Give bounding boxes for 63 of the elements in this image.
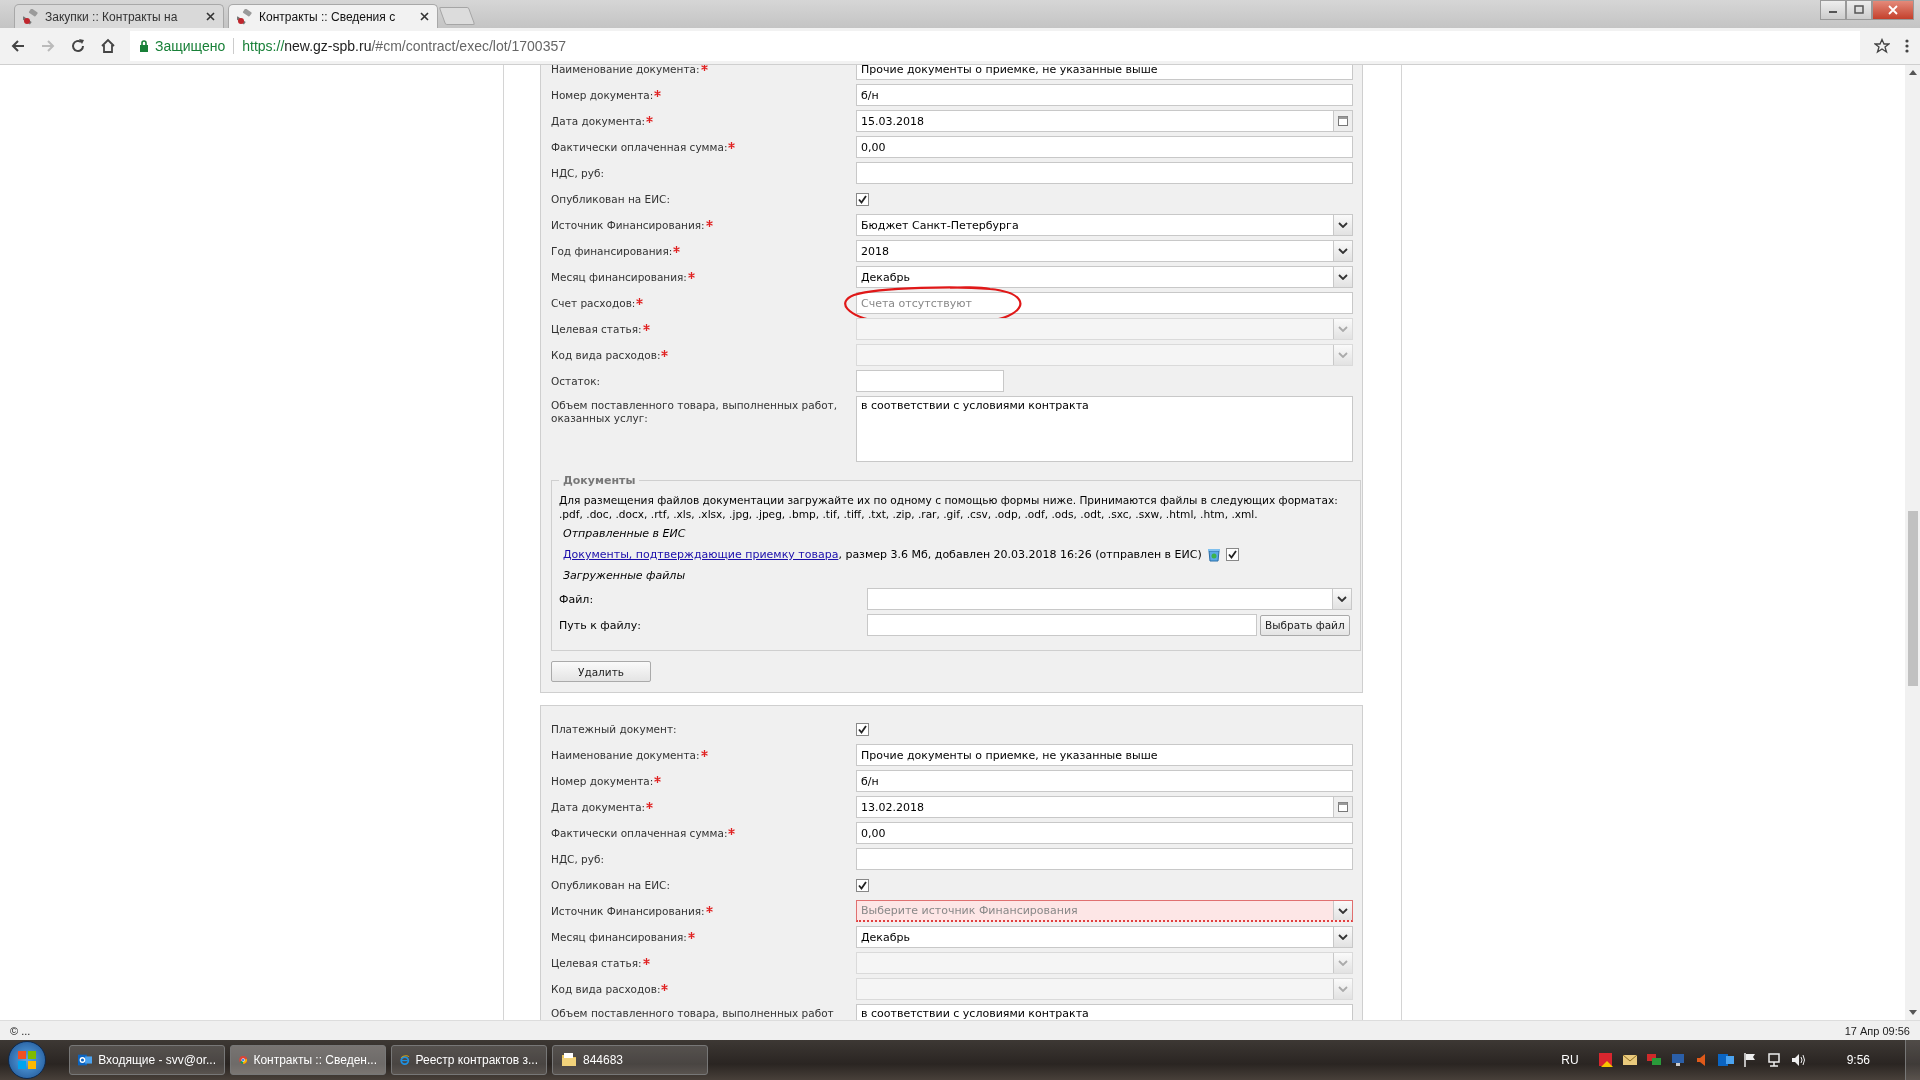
- clock[interactable]: 9:56: [1846, 1053, 1870, 1067]
- field-label: Объем поставленного товара, выполненных работ, оказанных услуг:: [551, 398, 839, 425]
- dropdown[interactable]: 2018: [856, 240, 1353, 262]
- text-field[interactable]: 0,00: [856, 136, 1353, 158]
- field-label: НДС, руб:: [551, 852, 604, 866]
- language-indicator[interactable]: RU: [1561, 1053, 1579, 1067]
- date-field[interactable]: 15.03.2018: [856, 110, 1353, 132]
- dropdown[interactable]: Бюджет Санкт-Петербурга: [856, 214, 1353, 236]
- field-label: Дата документа:: [551, 114, 646, 128]
- secure-label: Защищено: [155, 38, 226, 54]
- text-field[interactable]: Счета отсутствуют: [856, 292, 1353, 314]
- taskbar-button[interactable]: Входящие - svv@or...: [69, 1045, 225, 1075]
- field-label: Фактически оплаченная сумма:: [551, 826, 728, 840]
- browser-tab[interactable]: Контракты :: Сведения с: [228, 4, 438, 28]
- field-label: Номер документа:: [551, 774, 654, 788]
- field-label: Код вида расходов:: [551, 348, 661, 362]
- field-label: Номер документа:: [551, 88, 654, 102]
- text-area[interactable]: в соответствии с условиями контракта: [856, 1004, 1353, 1020]
- field-label: Дата документа:: [551, 800, 646, 814]
- field-label: Путь к файлу:: [559, 618, 642, 632]
- field-label: Наименование документа:: [551, 65, 700, 76]
- field-label: Платежный документ:: [551, 722, 677, 736]
- dropdown[interactable]: Декабрь: [856, 926, 1353, 948]
- upload-instructions: Для размещения файлов документации загружайте их по одному с помощью формы ниже. Принимаются файлы в следующих форматах: .pdf, .doc, .docx, .rtf, .xls, .xlsx, .jpg, .jpeg, .bmp, .tif, .tiff, .txt, .zip, .rar, .gif, .csv, .odp, .odf, .ods, .odt, .sxc, .sxw, .html, .htm, .xml.: [559, 493, 1339, 521]
- field-label: Фактически оплаченная сумма:: [551, 140, 728, 154]
- field-label: Счет расходов:: [551, 296, 636, 310]
- field-label: Файл:: [559, 592, 595, 606]
- choose-file-button[interactable]: Выбрать файл: [1260, 614, 1350, 636]
- text-field[interactable]: 0,00: [856, 822, 1353, 844]
- text-area[interactable]: в соответствии с условиями контракта: [856, 396, 1353, 462]
- field-label: Год финансирования:: [551, 244, 673, 258]
- delete-button[interactable]: Удалить: [551, 661, 651, 682]
- field-label: Целевая статья:: [551, 322, 642, 336]
- browser-tab[interactable]: Закупки :: Контракты на: [14, 4, 224, 28]
- field-label: Наименование документа:: [551, 748, 700, 762]
- field-label: Целевая статья:: [551, 956, 642, 970]
- date-field[interactable]: 13.02.2018: [856, 796, 1353, 818]
- subheading: Отправленные в ЕИС: [563, 527, 687, 540]
- field-label: Объем поставленного товара, выполненных работ: [551, 1006, 834, 1020]
- text-field[interactable]: б/н: [856, 770, 1353, 792]
- field-label: Месяц финансирования:: [551, 930, 687, 944]
- address-bar[interactable]: Защищено https://new.gz-spb.ru/#cm/contract/exec/lot/1700357: [130, 31, 1860, 61]
- field-label: Опубликован на ЕИС:: [551, 878, 670, 892]
- taskbar-button[interactable]: 844683: [552, 1045, 708, 1075]
- taskbar-button[interactable]: Контракты :: Сведен...: [230, 1045, 386, 1075]
- file-entry: Документы, подтверждающие приемку товара, размер 3.6 Мб, добавлен 20.03.2018 16:26 (отправлен в ЕИС): [563, 548, 1202, 561]
- field-label: Код вида расходов:: [551, 982, 661, 996]
- text-field[interactable]: б/н: [856, 84, 1353, 106]
- status-text: © ...: [10, 1024, 31, 1037]
- field-label: Месяц финансирования:: [551, 270, 687, 284]
- field-label: Опубликован на ЕИС:: [551, 192, 670, 206]
- text-field[interactable]: Прочие документы о приемке, не указанные выше: [856, 65, 1353, 80]
- status-date: 17 Апр 09:56: [1844, 1024, 1910, 1037]
- url-text: https://new.gz-spb.ru/#cm/contract/exec/lot/1700357: [242, 38, 566, 54]
- taskbar-button[interactable]: Реестр контрактов з...: [391, 1045, 547, 1075]
- field-label: Источник Финансирования:: [551, 904, 705, 918]
- field-label: Остаток:: [551, 374, 600, 388]
- group-legend: Документы: [559, 474, 640, 487]
- field-label: Источник Финансирования:: [551, 218, 705, 232]
- subheading: Загруженные файлы: [563, 569, 687, 582]
- text-field[interactable]: Прочие документы о приемке, не указанные выше: [856, 744, 1353, 766]
- field-label: НДС, руб:: [551, 166, 604, 180]
- dropdown[interactable]: Декабрь: [856, 266, 1353, 288]
